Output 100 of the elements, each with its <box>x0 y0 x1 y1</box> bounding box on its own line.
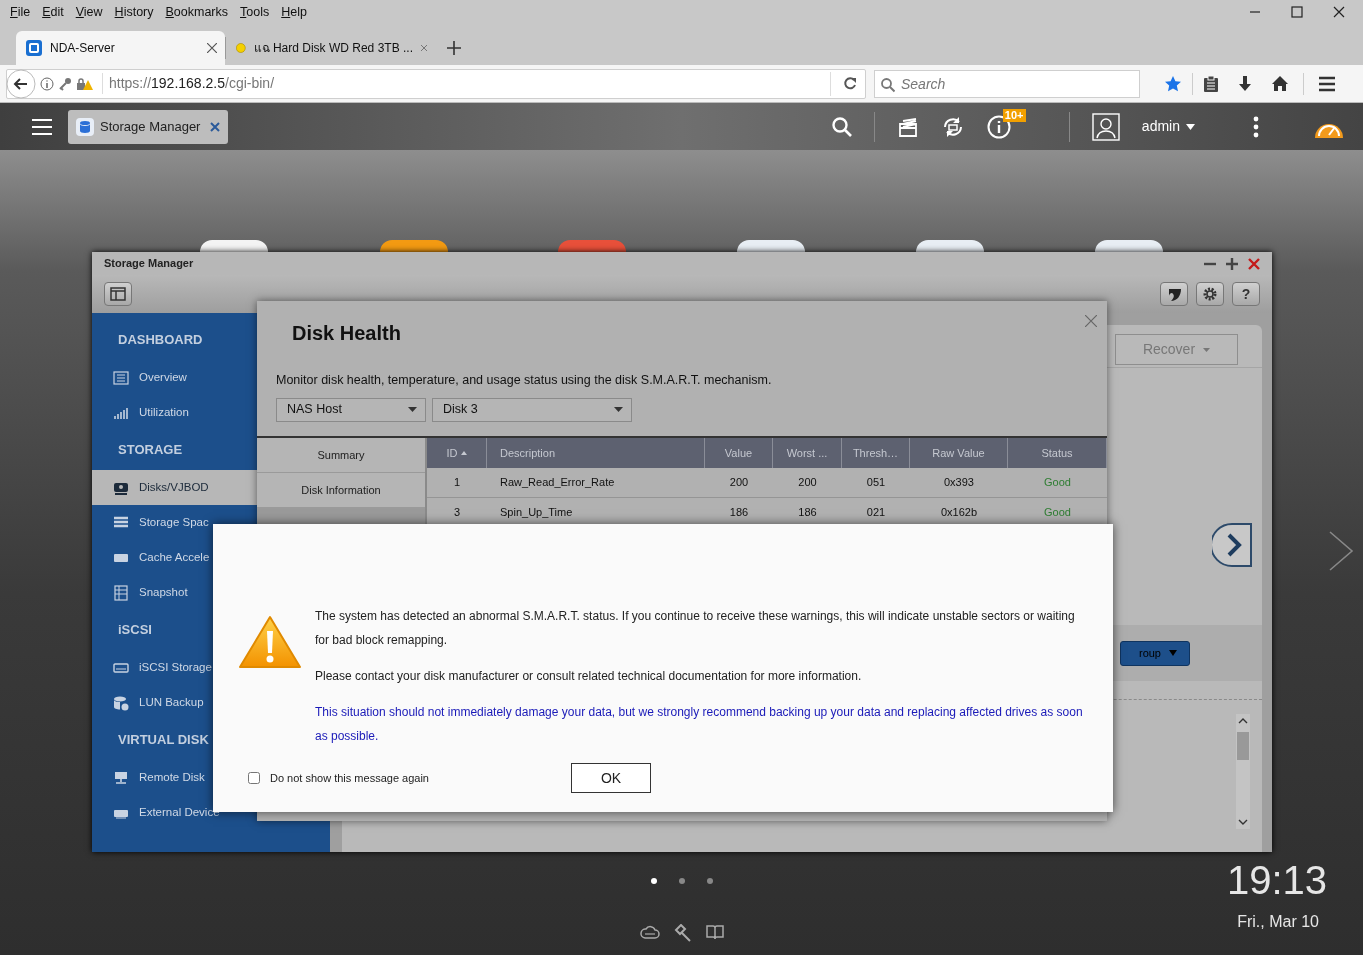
message-text: Please contact your disk manufacturer or consult related technical documentation for more information. <box>315 668 863 685</box>
app-icon[interactable] <box>380 240 448 252</box>
maximize-icon[interactable] <box>1291 6 1303 18</box>
dialog-title: Disk Health <box>292 322 401 344</box>
ok-button[interactable]: OK <box>571 763 651 793</box>
info-icon[interactable] <box>40 76 54 91</box>
home-icon[interactable] <box>1271 75 1289 92</box>
user-menu[interactable]: admin <box>1141 116 1180 137</box>
back-button[interactable] <box>6 68 36 99</box>
clipboard-list-icon[interactable] <box>1203 74 1219 93</box>
search-field[interactable]: Search <box>874 69 1140 98</box>
clock-date: Fri., Mar 10 <box>1236 912 1319 932</box>
menu-item[interactable]: Tools <box>236 0 274 26</box>
section-heading: iSCSI <box>118 621 152 640</box>
scrollbar[interactable] <box>1236 714 1250 829</box>
dropdown[interactable]: Disk 3 <box>432 397 632 422</box>
section-heading: DASHBOARD <box>118 331 203 350</box>
layout-icon <box>110 287 126 301</box>
cloud-icon[interactable] <box>640 924 660 940</box>
sidebar-item[interactable]: Cache Accele <box>92 540 330 575</box>
caret-icon <box>1169 650 1177 656</box>
menu-item[interactable]: File <box>6 0 35 26</box>
database-icon <box>76 117 94 136</box>
sidebar-item[interactable]: Storage Spac <box>92 505 330 540</box>
notification-badge: 10+ <box>1002 108 1026 122</box>
caret-icon[interactable] <box>1186 123 1195 130</box>
message-text: This situation should not immediately damage your data, but we strongly recommend backing up your data and replacing affected drives as soon as possible. <box>315 704 1084 745</box>
nav-tab[interactable]: Disk Information <box>257 472 425 508</box>
page-dot[interactable] <box>679 878 685 884</box>
description: Monitor disk health, temperature, and usage status using the disk S.M.A.R.T. mechanism. <box>276 372 772 389</box>
table-cell: 200 <box>705 467 773 498</box>
site-icon <box>236 40 246 56</box>
checkbox-label[interactable]: Do not show this message again <box>270 769 429 787</box>
next-icon[interactable] <box>1328 530 1354 572</box>
sidebar-item[interactable]: Snapshot <box>92 575 330 610</box>
menu-item[interactable]: Edit <box>38 0 68 26</box>
help-button[interactable]: ? <box>1232 282 1260 306</box>
book-icon[interactable] <box>706 924 724 940</box>
lock-warning-icon[interactable] <box>76 76 94 91</box>
nav-tab[interactable]: Summary <box>257 437 425 473</box>
close-icon[interactable] <box>207 43 217 53</box>
app-icon[interactable] <box>916 240 984 252</box>
sort-icon <box>460 450 467 455</box>
browser-tab[interactable]: แฉ Hard Disk WD Red 3TB ... <box>226 31 435 65</box>
next-button[interactable] <box>1212 522 1252 568</box>
menu-item[interactable]: View <box>71 0 107 26</box>
list-icon <box>113 369 129 386</box>
table-cell: Good <box>1008 467 1107 498</box>
column-header[interactable]: Status <box>1008 437 1107 468</box>
close-icon[interactable] <box>1333 6 1345 18</box>
column-header[interactable]: Description <box>487 437 705 468</box>
dropdown[interactable]: NAS Host <box>276 397 426 422</box>
app-button[interactable] <box>1160 282 1188 306</box>
browser-tab[interactable]: NDA-Server <box>16 31 225 65</box>
app-icon[interactable] <box>1095 240 1163 252</box>
search-icon[interactable] <box>831 116 852 137</box>
maximize-icon[interactable] <box>1226 257 1238 270</box>
caret-icon <box>408 407 417 413</box>
app-tab[interactable]: Storage Manager <box>68 109 229 144</box>
table-cell: 051 <box>842 467 910 498</box>
menu-item[interactable]: Bookmarks <box>161 0 233 26</box>
menu-item[interactable]: Help <box>277 0 311 26</box>
clock-time: 19:13 <box>1226 858 1327 902</box>
app-icon[interactable] <box>200 240 268 252</box>
page-dot[interactable] <box>707 878 713 884</box>
site-icon <box>26 40 42 56</box>
column-header[interactable]: ID <box>427 437 487 468</box>
stack-icon[interactable] <box>896 115 919 138</box>
star-icon[interactable] <box>1164 74 1182 93</box>
search-icon <box>881 77 895 93</box>
column-header[interactable]: Thresh… <box>842 437 910 468</box>
menu-item[interactable]: History <box>110 0 158 26</box>
grid-icon <box>113 584 129 601</box>
menu-icon[interactable] <box>1318 75 1336 92</box>
hammer-icon[interactable] <box>674 924 692 942</box>
app-icon[interactable] <box>737 240 805 252</box>
url-text[interactable]: https://192.168.2.5/cgi-bin/ <box>102 73 826 94</box>
user-icon[interactable] <box>1091 112 1120 141</box>
database-icon <box>113 694 129 711</box>
monitor-icon <box>113 769 129 786</box>
key-icon <box>58 76 72 91</box>
column-header[interactable]: Worst ... <box>773 437 842 468</box>
column-header[interactable]: Raw Value <box>910 437 1008 468</box>
settings-button[interactable] <box>1196 282 1224 306</box>
caret-icon <box>1203 347 1211 352</box>
layout-button[interactable] <box>104 282 132 306</box>
checkbox[interactable] <box>248 772 260 784</box>
section-heading: STORAGE <box>118 441 183 460</box>
more-icon[interactable] <box>1253 115 1259 138</box>
new-tab-icon[interactable] <box>447 40 461 55</box>
gear-icon <box>1202 286 1218 302</box>
download-icon[interactable] <box>1237 74 1253 93</box>
message-text: The system has detected an abnormal S.M.A.R.T. status. If you continue to receive these warnings, this will indicate unstable sectors or waiting for bad block remapping. <box>315 608 1076 649</box>
table-cell: Raw_Read_Error_Rate <box>487 467 705 498</box>
column-header[interactable]: Value <box>705 437 773 468</box>
page-dot[interactable] <box>651 878 657 884</box>
window-title: Storage Manager <box>104 256 194 272</box>
table-cell: 0x393 <box>910 467 1008 498</box>
swirl-icon <box>1166 286 1182 302</box>
table-cell: 1 <box>427 467 487 498</box>
